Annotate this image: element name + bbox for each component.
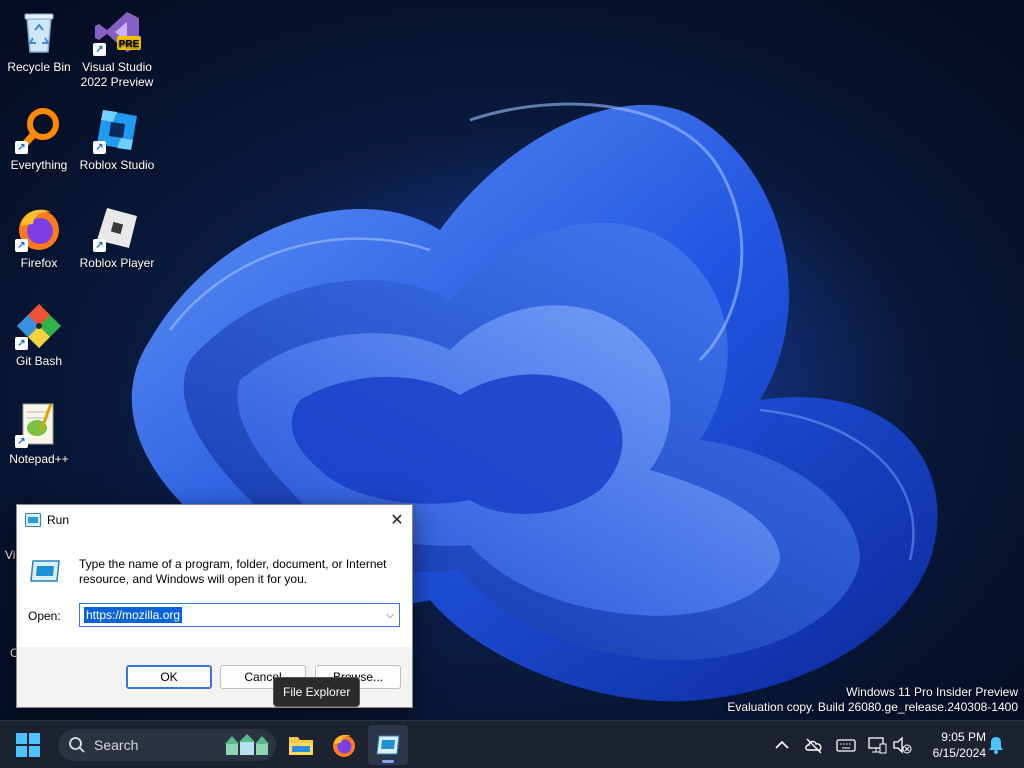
shortcut-arrow-icon: ↗: [15, 435, 28, 448]
active-app-indicator: [382, 760, 394, 763]
run-program-icon: [30, 560, 60, 582]
shortcut-arrow-icon: ↗: [93, 43, 106, 56]
visual-studio-icon: PRE ↗: [93, 8, 141, 56]
taskbar: Search 9:05 PM 6/15/2024: [0, 720, 1024, 768]
keyboard-icon[interactable]: [836, 735, 856, 755]
run-icon: [376, 735, 400, 755]
volume-muted-icon[interactable]: [892, 735, 912, 755]
start-button[interactable]: [14, 731, 42, 759]
desktop-icon-label: Firefox: [20, 256, 58, 270]
taskbar-firefox[interactable]: [324, 725, 364, 765]
open-label: Open:: [28, 609, 61, 623]
taskbar-run[interactable]: [368, 725, 408, 765]
firefox-icon: [333, 734, 355, 757]
clock-time: 9:05 PM: [941, 730, 986, 744]
clock-date: 6/15/2024: [932, 746, 986, 760]
desktop-icon-visual-studio[interactable]: PRE ↗ Visual Studio 2022 Preview: [79, 8, 155, 90]
onedrive-offline-icon[interactable]: [804, 735, 824, 755]
file-explorer-icon: [289, 737, 313, 755]
desktop-icon-label: Visual Studio 2022 Preview: [80, 60, 154, 89]
roblox-player-icon: ↗: [93, 204, 141, 252]
partial-desktop-label: Vi: [5, 548, 16, 562]
desktop-icon-label: Recycle Bin: [7, 60, 71, 74]
run-title: Run: [47, 513, 70, 527]
desktop-icon-label: Roblox Player: [79, 256, 155, 270]
ok-button[interactable]: OK: [126, 665, 212, 689]
pre-badge: PRE: [119, 39, 140, 50]
desktop-icon-label: Git Bash: [15, 354, 63, 368]
chevron-down-icon[interactable]: ⌵: [381, 610, 399, 621]
desktop-icon-roblox-studio[interactable]: ↗ Roblox Studio: [79, 106, 155, 173]
desktop-icon-firefox[interactable]: ↗ Firefox: [1, 204, 77, 271]
open-combobox[interactable]: https://mozilla.org ⌵: [79, 603, 400, 627]
search-placeholder: Search: [94, 737, 139, 753]
roblox-studio-icon: ↗: [93, 106, 141, 154]
desktop-icon-recycle-bin[interactable]: Recycle Bin: [1, 8, 77, 75]
notification-bell-icon[interactable]: [986, 735, 1006, 755]
notepad-plus-plus-icon: ↗: [15, 400, 63, 448]
chevron-up-icon[interactable]: [772, 735, 792, 755]
taskbar-file-explorer[interactable]: [281, 725, 321, 765]
open-input[interactable]: https://mozilla.org: [84, 607, 183, 623]
watermark-line1: Windows 11 Pro Insider Preview: [846, 685, 1018, 699]
shortcut-arrow-icon: ↗: [93, 239, 106, 252]
desktop-icon-label: Roblox Studio: [79, 158, 155, 172]
shortcut-arrow-icon: ↗: [15, 141, 28, 154]
desktop-icon-label: Everything: [10, 158, 68, 172]
network-icon[interactable]: [867, 735, 887, 755]
search-icon: [69, 737, 85, 753]
windows-logo-icon: [16, 733, 40, 757]
run-description: Type the name of a program, folder, docu…: [79, 557, 387, 586]
firefox-icon: ↗: [15, 204, 63, 252]
desktop-icon-everything[interactable]: ↗ Everything: [1, 106, 77, 173]
run-titlebar[interactable]: Run: [17, 505, 412, 535]
run-icon: [25, 513, 41, 527]
shortcut-arrow-icon: ↗: [93, 141, 106, 154]
evaluation-watermark: Windows 11 Pro Insider Preview Evaluatio…: [727, 685, 1018, 715]
close-icon[interactable]: ✕: [382, 505, 412, 535]
shortcut-arrow-icon: ↗: [15, 337, 28, 350]
run-body: Type the name of a program, folder, docu…: [17, 535, 412, 647]
desktop-icon-roblox-player[interactable]: ↗ Roblox Player: [79, 204, 155, 271]
watermark-line2: Evaluation copy. Build 26080.ge_release.…: [727, 700, 1018, 714]
git-bash-icon: ↗: [15, 302, 63, 350]
file-explorer-tooltip: File Explorer: [273, 677, 361, 707]
desktop-icon-git-bash[interactable]: ↗ Git Bash: [1, 302, 77, 369]
recycle-bin-icon: [15, 8, 63, 56]
shortcut-arrow-icon: ↗: [15, 239, 28, 252]
search-highlight-icon: [225, 734, 269, 755]
taskbar-clock[interactable]: 9:05 PM 6/15/2024: [920, 729, 986, 761]
desktop-icon-label: Notepad++: [9, 452, 69, 466]
taskbar-search[interactable]: Search: [58, 729, 276, 761]
desktop-icon-notepad-plus-plus[interactable]: ↗ Notepad++: [1, 400, 77, 467]
everything-icon: ↗: [15, 106, 63, 154]
